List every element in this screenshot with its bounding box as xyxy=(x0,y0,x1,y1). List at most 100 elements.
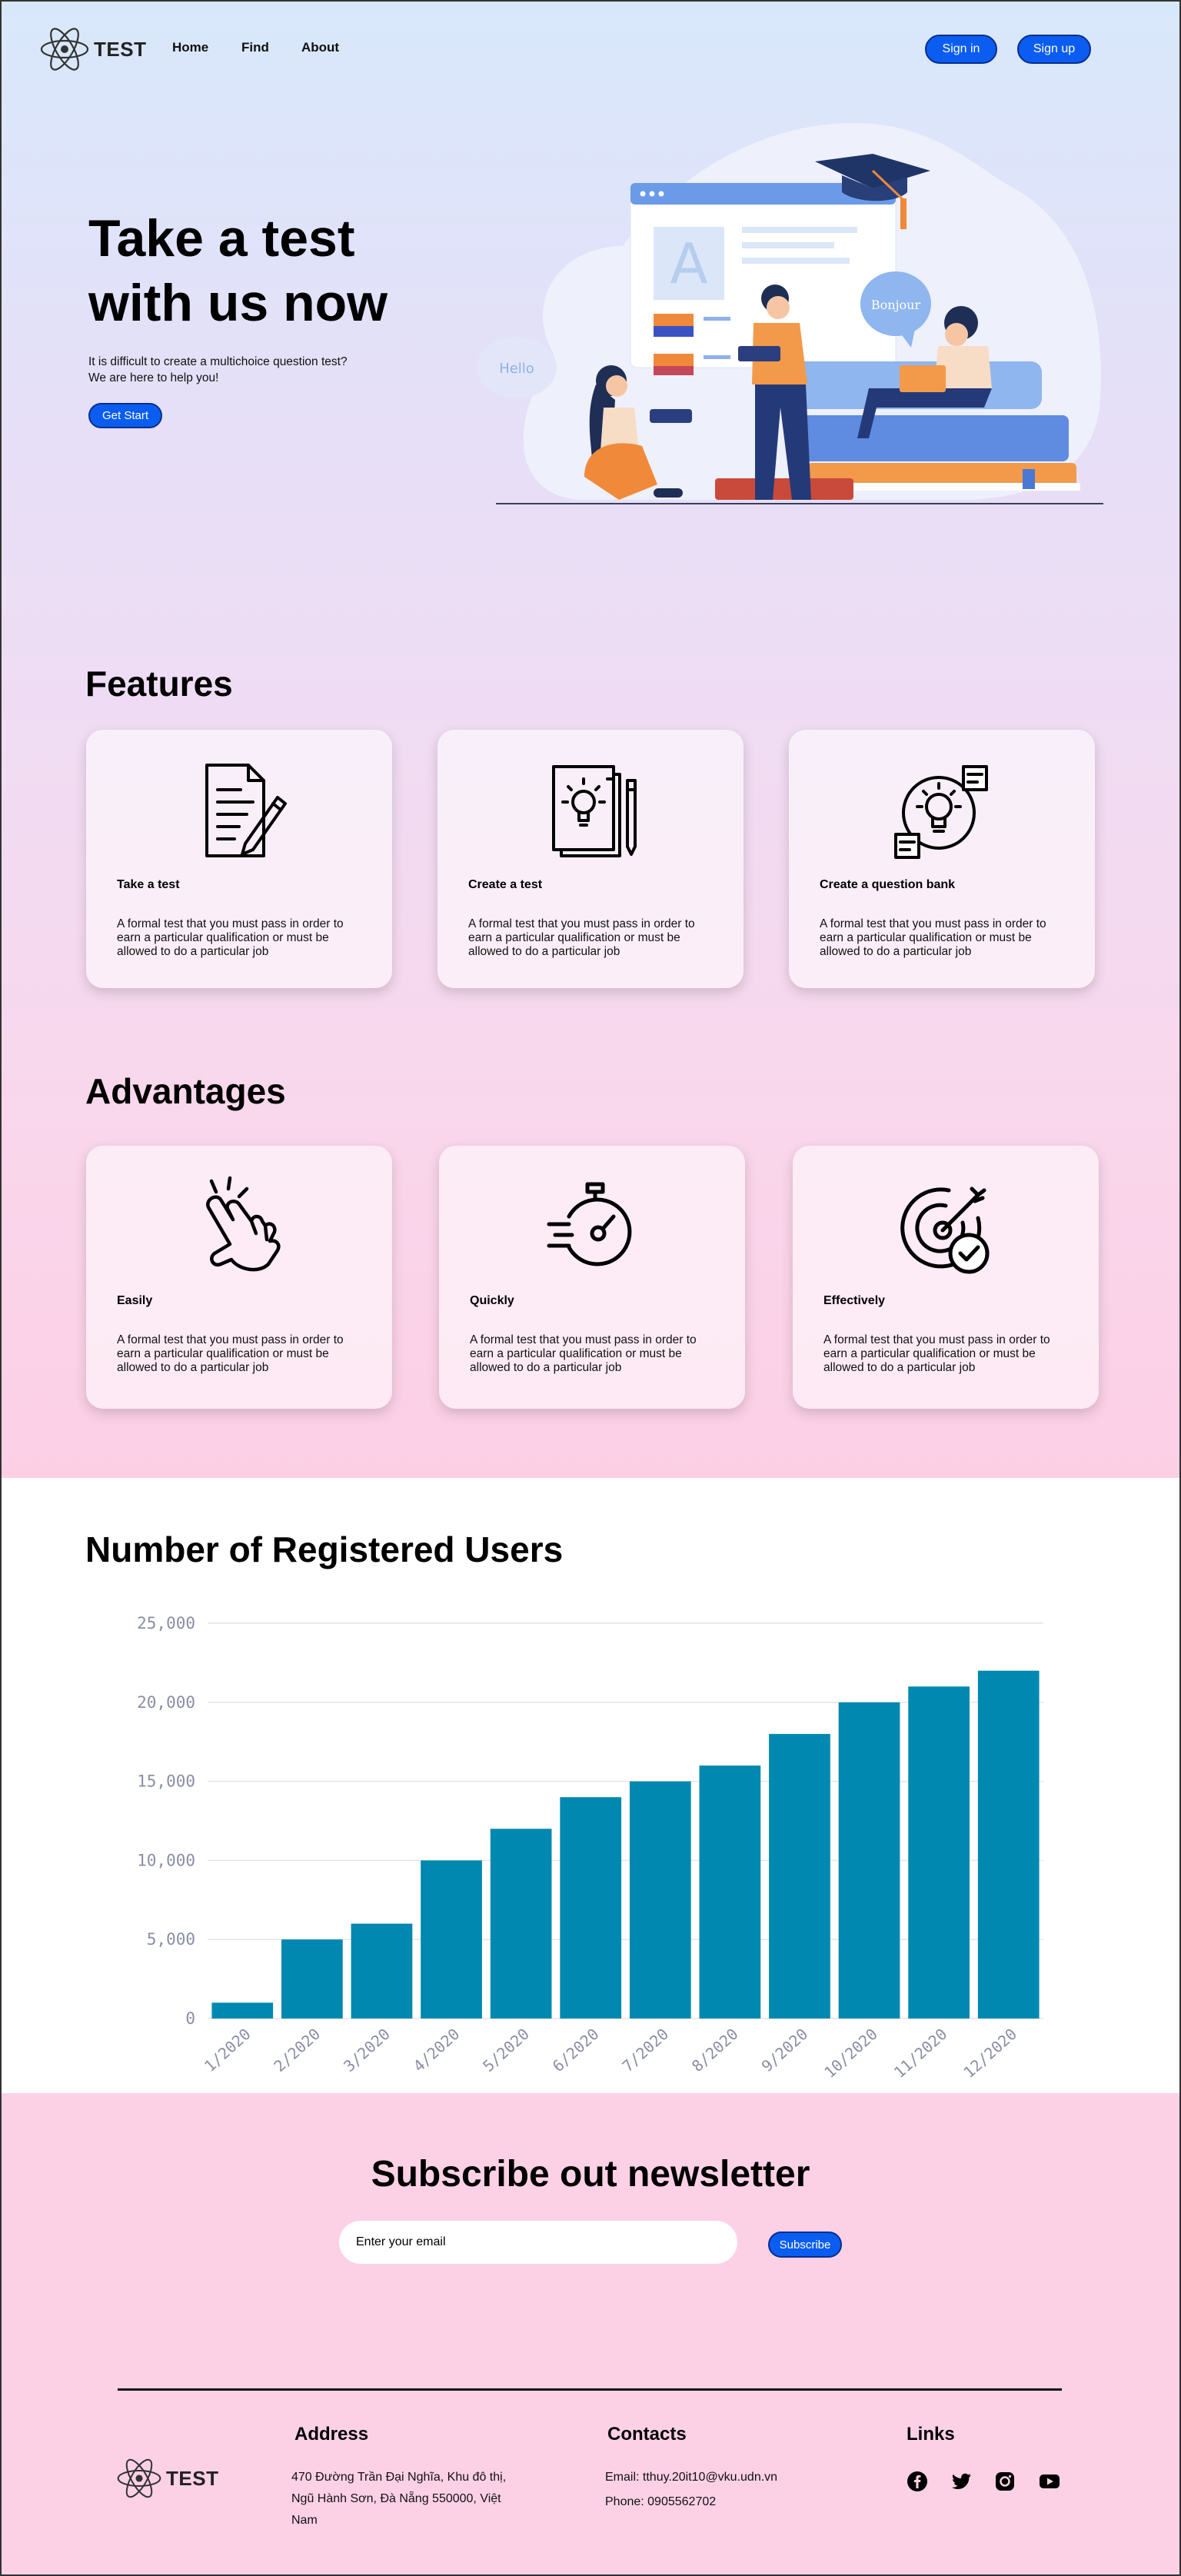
brand-logo[interactable]: TEST xyxy=(38,23,146,75)
bar-11/2020[interactable] xyxy=(908,1686,970,2019)
atom-icon xyxy=(40,28,89,71)
nav-about-link[interactable]: About xyxy=(301,40,339,55)
bottom-section: Subscribe out newsletter Subscribe TEST … xyxy=(0,2093,1181,2576)
advantage-card-title: Easily xyxy=(117,1294,153,1307)
feature-card-title: Take a test xyxy=(117,878,180,891)
idea-papers-icon xyxy=(552,765,637,857)
feature-card-title: Create a question bank xyxy=(820,878,956,891)
nav-home-link[interactable]: Home xyxy=(172,40,208,55)
hero-title: Take a test with us now xyxy=(88,206,488,335)
footer-brand-logo[interactable]: TEST xyxy=(115,2455,218,2502)
footer-address: 470 Đường Trần Đại Nghĩa, Khu đô thị, Ng… xyxy=(291,2467,545,2531)
footer-phone[interactable]: Phone: 0905562702 xyxy=(605,2491,716,2513)
book-2 xyxy=(792,415,1069,461)
advantage-card-title: Quickly xyxy=(470,1294,514,1307)
advantage-card-desc: A formal test that you must pass in orde… xyxy=(823,1333,1050,1374)
y-tick-label: 25,000 xyxy=(137,1614,195,1632)
y-tick-label: 5,000 xyxy=(147,1930,195,1949)
twitter-icon[interactable] xyxy=(950,2470,973,2493)
advantages-title: Advantages xyxy=(85,1071,286,1111)
newsletter-title: Subscribe out newsletter xyxy=(371,2154,810,2195)
letter-a: A xyxy=(670,231,707,296)
registered-users-chart: 0 5,000 10,000 15,000 20,000 25,000 1/2020 2/20… xyxy=(137,1614,1043,2082)
bar-6/2020[interactable] xyxy=(560,1797,622,2019)
bar-4/2020[interactable] xyxy=(421,1860,482,2019)
feature-card-title: Create a test xyxy=(468,878,543,891)
advantage-card-quickly[interactable]: Quickly A formal test that you must pass… xyxy=(439,1146,745,1409)
book-red xyxy=(715,478,853,500)
feature-card-desc: A formal test that you must pass in orde… xyxy=(117,917,344,958)
x-tick-label: 8/2020 xyxy=(688,2025,742,2075)
target-check-icon xyxy=(900,1186,990,1274)
x-tick-label: 4/2020 xyxy=(410,2025,464,2075)
bonjour-text: Bonjour xyxy=(871,298,921,312)
sign-up-button[interactable]: Sign up xyxy=(1017,35,1091,64)
youtube-icon[interactable] xyxy=(1038,2470,1061,2493)
stopwatch-icon xyxy=(547,1182,632,1266)
y-tick-label: 20,000 xyxy=(137,1693,195,1712)
y-tick-label: 0 xyxy=(185,2009,195,2028)
y-tick-label: 15,000 xyxy=(137,1772,195,1791)
bar-1/2020[interactable] xyxy=(211,2002,274,2019)
bar-2/2020[interactable] xyxy=(281,1939,343,2019)
footer-address-line: Ngũ Hành Sơn, Đà Nẵng 550000, Việt xyxy=(291,2492,501,2505)
hero-title-line-2: with us now xyxy=(88,274,388,332)
atom-icon xyxy=(117,2458,161,2498)
footer-address-line: 470 Đường Trần Đại Nghĩa, Khu đô thị, xyxy=(291,2471,507,2484)
footer-divider xyxy=(118,2388,1062,2391)
x-tick-label: 5/2020 xyxy=(479,2025,533,2075)
feature-card-desc: A formal test that you must pass in orde… xyxy=(468,917,695,958)
footer-brand-name: TEST xyxy=(166,2466,219,2490)
x-tick-label: 3/2020 xyxy=(340,2025,394,2075)
registered-users-section: Number of Registered Users 0 5,000 10,000 1… xyxy=(0,1478,1181,2093)
advantage-card-desc: A formal test that you must pass in orde… xyxy=(470,1333,697,1374)
document-pen-icon xyxy=(205,764,287,857)
advantage-card-easily[interactable]: Easily A formal test that you must pass … xyxy=(86,1146,392,1409)
hero-title-line-1: Take a test xyxy=(88,209,355,268)
bar-10/2020[interactable] xyxy=(838,1702,900,2019)
footer-address-line: Nam xyxy=(291,2514,318,2527)
x-tick-label: 2/2020 xyxy=(270,2025,324,2075)
footer-links-title: Links xyxy=(907,2424,955,2445)
bar-9/2020[interactable] xyxy=(769,1733,830,2019)
hero-illustration: Hello A Bonjour xyxy=(477,123,1103,504)
bar-5/2020[interactable] xyxy=(490,1829,552,2019)
feature-card-create-test[interactable]: Create a test A formal test that you mus… xyxy=(437,730,744,988)
feature-card-take-test[interactable]: Take a test A formal test that you must … xyxy=(86,730,392,988)
sign-in-button[interactable]: Sign in xyxy=(925,35,997,64)
x-tick-label: 9/2020 xyxy=(758,2025,812,2075)
hero-subtitle: It is difficult to create a multichoice … xyxy=(88,355,348,384)
advantage-card-title: Effectively xyxy=(823,1294,886,1307)
snap-fingers-icon xyxy=(206,1176,281,1272)
hello-bubble: Hello xyxy=(477,337,557,398)
hello-text: Hello xyxy=(499,361,534,377)
y-tick-label: 10,000 xyxy=(137,1851,195,1869)
x-tick-label: 11/2020 xyxy=(890,2025,951,2082)
x-tick-label: 6/2020 xyxy=(549,2025,603,2075)
x-tick-label: 12/2020 xyxy=(960,2025,1020,2082)
features-title: Features xyxy=(85,664,233,704)
get-start-button[interactable]: Get Start xyxy=(88,403,162,428)
nav-find-link[interactable]: Find xyxy=(241,40,269,55)
bar-8/2020[interactable] xyxy=(699,1766,761,2019)
footer-address-title: Address xyxy=(294,2424,369,2445)
x-tick-label: 1/2020 xyxy=(201,2025,254,2075)
feature-card-question-bank[interactable]: Create a question bank A formal test tha… xyxy=(789,730,1095,988)
x-tick-label: 10/2020 xyxy=(820,2025,881,2082)
instagram-icon[interactable] xyxy=(993,2470,1016,2493)
advantage-card-desc: A formal test that you must pass in orde… xyxy=(117,1333,344,1374)
facebook-icon[interactable] xyxy=(906,2470,929,2493)
footer-contacts-title: Contacts xyxy=(607,2424,687,2445)
footer-email[interactable]: Email: tthuy.20it10@vku.udn.vn xyxy=(605,2467,777,2488)
newsletter-email-input[interactable] xyxy=(339,2221,737,2264)
bar-12/2020[interactable] xyxy=(977,1670,1040,2019)
subscribe-button[interactable]: Subscribe xyxy=(768,2232,842,2258)
x-tick-label: 7/2020 xyxy=(618,2025,672,2075)
feature-card-desc: A formal test that you must pass in orde… xyxy=(820,917,1046,958)
lightbulb-bank-icon xyxy=(894,765,988,859)
brand-name: TEST xyxy=(94,37,147,61)
bar-7/2020[interactable] xyxy=(629,1781,691,2019)
top-section: TEST Home Find About Sign in Sign up Tak… xyxy=(0,0,1181,1478)
bar-3/2020[interactable] xyxy=(351,1923,413,2019)
advantage-card-effectively[interactable]: Effectively A formal test that you must … xyxy=(793,1146,1099,1409)
